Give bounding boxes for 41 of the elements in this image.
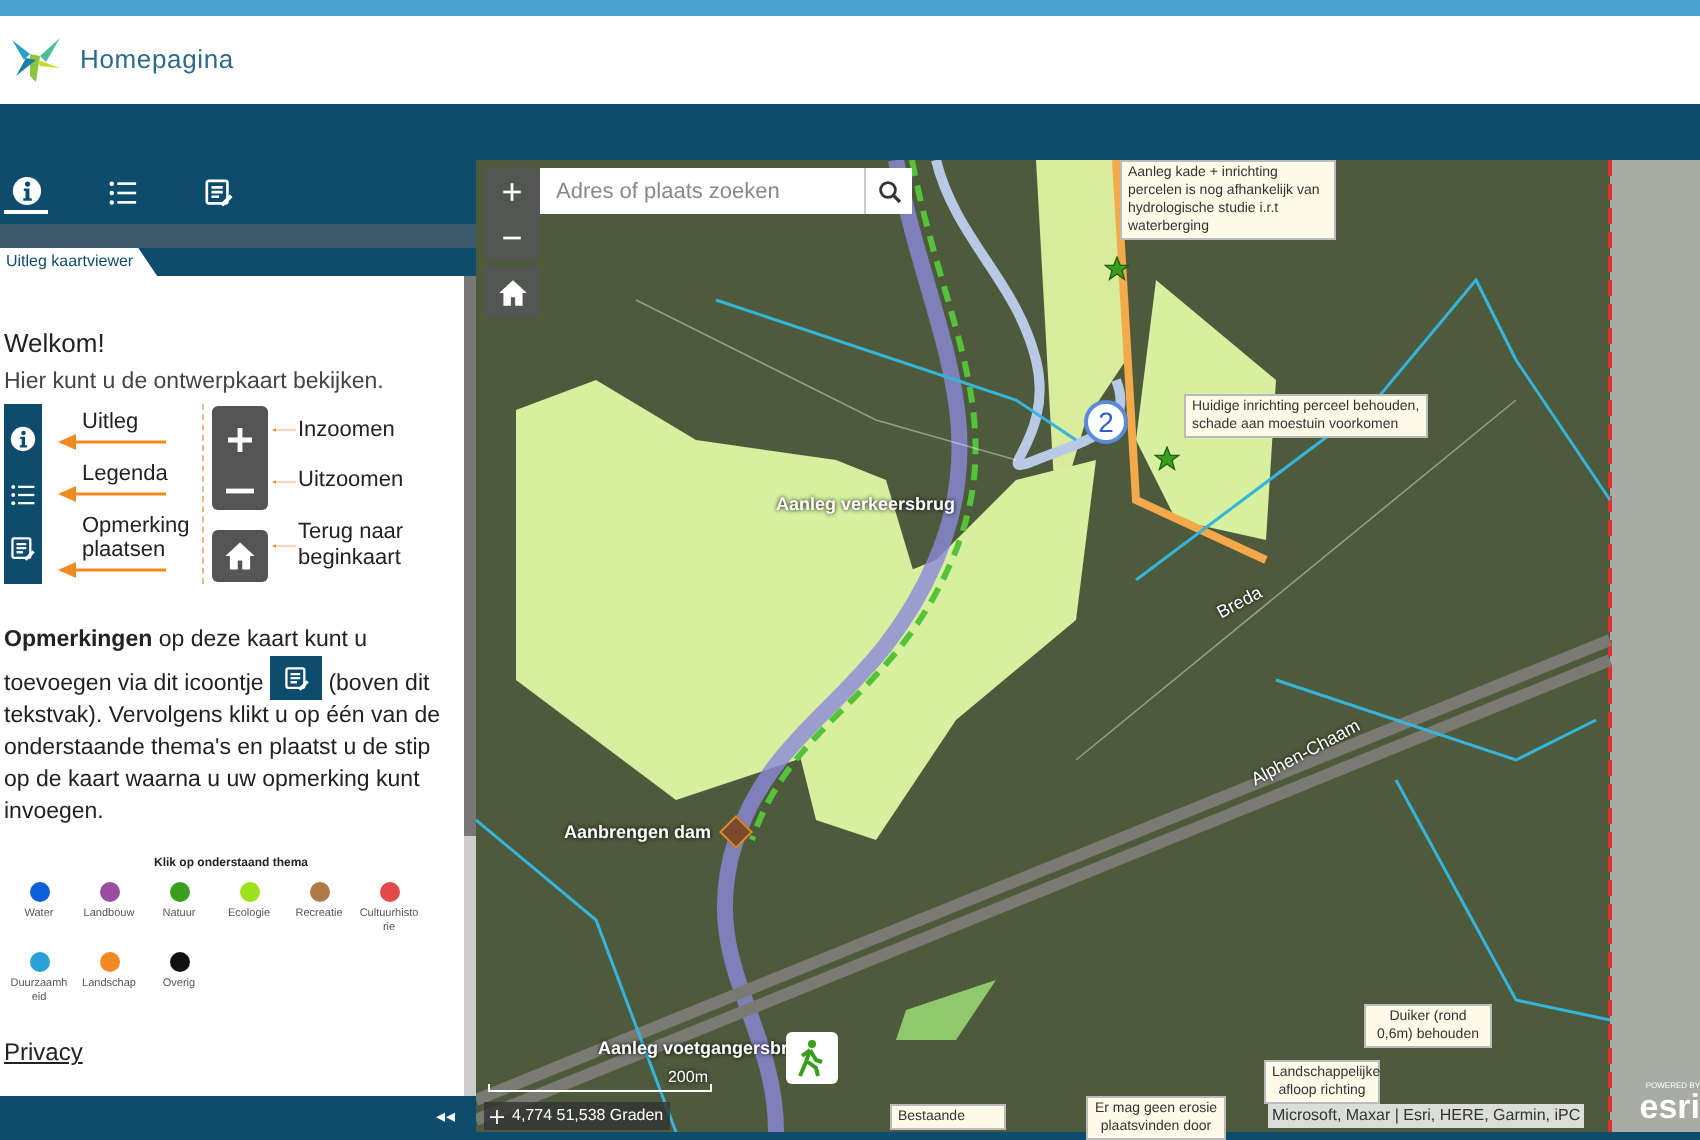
note-edit-icon	[283, 665, 309, 692]
zoom-in-button[interactable]: +	[484, 168, 540, 214]
zoom-out-button[interactable]: −	[484, 214, 540, 260]
list-icon	[107, 177, 137, 207]
collapse-button[interactable]: ◂◂	[436, 1104, 456, 1132]
info-icon	[10, 426, 36, 453]
intro-text: Hier kunt u de ontwerpkaart bekijken.	[4, 368, 386, 398]
walker-marker-icon[interactable]	[786, 1032, 838, 1084]
home-button[interactable]	[484, 266, 540, 318]
note-edit-icon	[10, 536, 36, 563]
attribution-text: Microsoft, Maxar | Esri, HERE, Garmin, iPC	[1268, 1104, 1585, 1128]
guide-label: Inzoomen	[298, 417, 397, 444]
note-edit-icon	[203, 177, 233, 207]
road-label: Breda	[1212, 580, 1268, 627]
map-label: Aanleg verkeersbrug	[776, 492, 956, 518]
minus-icon	[226, 488, 254, 494]
scrollbar[interactable]	[464, 276, 476, 1096]
star-icon	[1154, 446, 1180, 472]
search-icon	[877, 179, 901, 203]
guide-label: Uitleg	[82, 410, 139, 435]
guide-label: Uitzoomen	[298, 468, 406, 495]
list-icon	[10, 481, 36, 508]
welcome-heading: Welkom!	[4, 328, 107, 360]
remarks-text: Opmerkingen op deze kaart kunt u toevoegen via dit icoontje (boven dit tekstvak). Vervolgens klikt u op één van de onderstaande thema's en plaatst u de stip op de kaart waarna u uw opmerking kunt invoegen.	[4, 626, 442, 829]
guide-label: Legenda	[82, 462, 168, 487]
coordinates-display: 4,774 51,538 Graden	[484, 1102, 670, 1130]
star-icon	[1104, 256, 1130, 282]
search-field[interactable]: Adres of plaats zoeken	[540, 168, 864, 214]
info-icon	[11, 175, 41, 205]
crosshair-icon	[490, 1109, 504, 1123]
home-icon	[222, 538, 258, 575]
guide-label: Terug naar beginkaart	[298, 519, 406, 572]
header-title[interactable]: Homepagina	[80, 40, 234, 80]
scale-bar: 200m	[488, 1068, 708, 1092]
map-label: Aanbrengen dam	[564, 820, 712, 846]
guide-label: Opmerking plaatsen	[82, 514, 190, 563]
home-icon	[495, 275, 529, 309]
privacy-heading[interactable]: Privacy	[4, 1038, 458, 1067]
plus-icon	[224, 423, 256, 455]
search-button[interactable]	[864, 168, 912, 214]
panel-tab[interactable]: Uitleg kaartviewer	[0, 248, 158, 276]
